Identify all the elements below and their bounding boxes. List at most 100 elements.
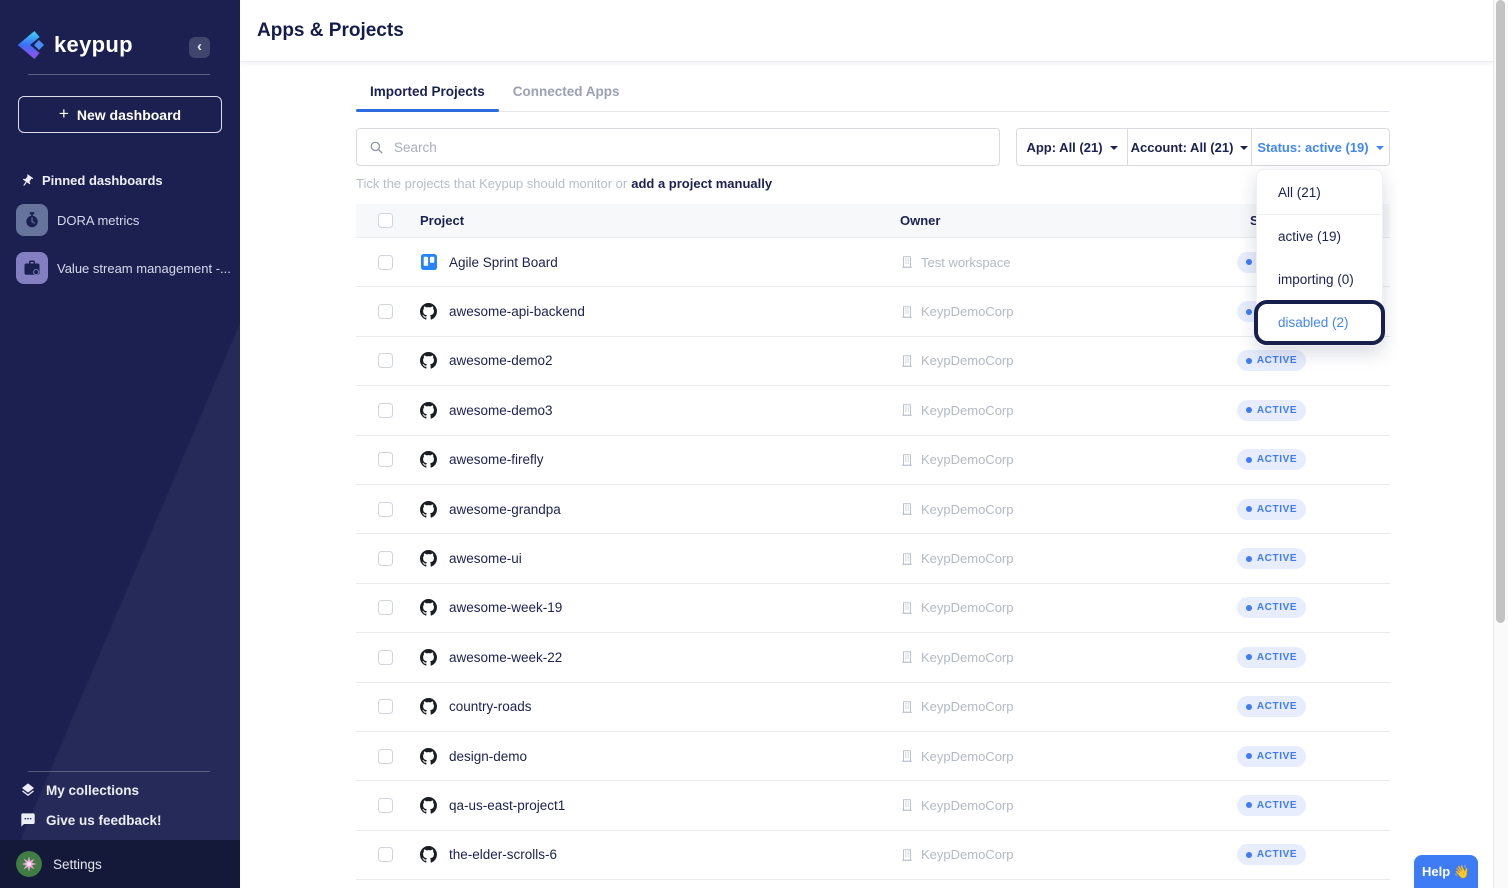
building-icon bbox=[900, 305, 914, 319]
new-dashboard-button[interactable]: + New dashboard bbox=[18, 96, 222, 133]
filter-app[interactable]: App: All (21) bbox=[1017, 129, 1127, 165]
row-checkbox[interactable] bbox=[378, 847, 393, 862]
building-icon bbox=[900, 650, 914, 664]
chat-bubble-icon bbox=[20, 812, 36, 828]
sidebar-item-settings[interactable]: Settings bbox=[0, 840, 240, 888]
project-name[interactable]: qa-us-east-project1 bbox=[449, 798, 565, 813]
github-icon bbox=[420, 451, 437, 468]
owner-name: KeypDemoCorp bbox=[921, 452, 1014, 467]
briefcase-icon bbox=[16, 252, 48, 284]
building-icon bbox=[900, 552, 914, 566]
project-name[interactable]: country-roads bbox=[449, 699, 532, 714]
filter-status[interactable]: Status: active (19) bbox=[1251, 129, 1389, 165]
status-label: ACTIVE bbox=[1257, 454, 1297, 465]
status-dot-icon bbox=[1246, 654, 1252, 660]
github-icon bbox=[420, 303, 437, 320]
project-name[interactable]: Agile Sprint Board bbox=[449, 255, 558, 270]
table-row[interactable]: awesome-ui KeypDemoCorp ACTIVE bbox=[356, 534, 1390, 583]
search-box[interactable] bbox=[356, 128, 1000, 166]
row-checkbox[interactable] bbox=[378, 304, 393, 319]
project-name[interactable]: design-demo bbox=[449, 749, 527, 764]
new-dashboard-label: New dashboard bbox=[77, 107, 181, 123]
table-row[interactable]: qa-us-east-project1 KeypDemoCorp ACTIVE bbox=[356, 781, 1390, 830]
scrollbar-track[interactable] bbox=[1493, 0, 1508, 888]
dropdown-item[interactable]: importing (0) bbox=[1257, 258, 1382, 301]
dropdown-item[interactable]: active (19) bbox=[1257, 215, 1382, 258]
feedback-label: Give us feedback! bbox=[46, 813, 162, 828]
status-label: ACTIVE bbox=[1257, 652, 1297, 663]
table-row[interactable]: awesome-grandpa KeypDemoCorp ACTIVE bbox=[356, 485, 1390, 534]
dropdown-item[interactable]: disabled (2) bbox=[1257, 301, 1382, 344]
search-icon bbox=[369, 140, 384, 155]
row-checkbox[interactable] bbox=[378, 749, 393, 764]
project-name[interactable]: awesome-api-backend bbox=[449, 304, 585, 319]
row-checkbox[interactable] bbox=[378, 699, 393, 714]
row-checkbox[interactable] bbox=[378, 502, 393, 517]
row-checkbox[interactable] bbox=[378, 353, 393, 368]
dropdown-item[interactable]: All (21) bbox=[1257, 171, 1382, 214]
github-icon bbox=[420, 550, 437, 567]
help-button[interactable]: Help 👋 bbox=[1414, 855, 1478, 888]
dropdown-item-label: active (19) bbox=[1278, 229, 1341, 244]
project-name[interactable]: the-elder-scrolls-6 bbox=[449, 847, 557, 862]
table-row[interactable]: awesome-week-19 KeypDemoCorp ACTIVE bbox=[356, 584, 1390, 633]
row-checkbox[interactable] bbox=[378, 798, 393, 813]
building-icon bbox=[900, 354, 914, 368]
status-dot-icon bbox=[1246, 852, 1252, 858]
toolbar: App: All (21) Account: All (21) Status: … bbox=[356, 128, 1390, 166]
table-row[interactable]: awesome-demo3 KeypDemoCorp ACTIVE bbox=[356, 386, 1390, 435]
row-checkbox[interactable] bbox=[378, 452, 393, 467]
select-all-checkbox[interactable] bbox=[378, 213, 393, 228]
project-name[interactable]: awesome-week-19 bbox=[449, 600, 562, 615]
sidebar-item-label: Value stream management -... bbox=[57, 261, 231, 276]
sidebar-item-feedback[interactable]: Give us feedback! bbox=[20, 808, 232, 832]
table-row[interactable]: country-roads KeypDemoCorp ACTIVE bbox=[356, 683, 1390, 732]
table-row[interactable]: Agile Sprint Board Test workspace ACTIVE bbox=[356, 238, 1390, 287]
top-header: Apps & Projects bbox=[240, 0, 1493, 62]
sidebar-item-my-collections[interactable]: My collections bbox=[20, 778, 232, 802]
project-name[interactable]: awesome-ui bbox=[449, 551, 522, 566]
layers-icon bbox=[20, 782, 36, 798]
project-name[interactable]: awesome-firefly bbox=[449, 452, 544, 467]
table-row[interactable]: the-elder-scrolls-6 KeypDemoCorp ACTIVE bbox=[356, 831, 1390, 880]
owner-name: KeypDemoCorp bbox=[921, 304, 1014, 319]
table-row[interactable]: awesome-demo2 KeypDemoCorp ACTIVE bbox=[356, 337, 1390, 386]
row-checkbox[interactable] bbox=[378, 600, 393, 615]
table-row[interactable]: design-demo KeypDemoCorp ACTIVE bbox=[356, 732, 1390, 781]
filter-account[interactable]: Account: All (21) bbox=[1127, 129, 1251, 165]
row-checkbox[interactable] bbox=[378, 650, 393, 665]
tab-imported-projects[interactable]: Imported Projects bbox=[356, 84, 499, 111]
column-header-project: Project bbox=[420, 213, 900, 228]
sidebar-item-dora-metrics[interactable]: DORA metrics bbox=[16, 204, 232, 236]
row-checkbox[interactable] bbox=[378, 403, 393, 418]
filter-account-label: Account: All (21) bbox=[1131, 140, 1234, 155]
page: keypup ‹ + New dashboard Pinned dashboar… bbox=[0, 0, 1508, 888]
page-title: Apps & Projects bbox=[257, 20, 404, 42]
table-row[interactable]: awesome-week-22 KeypDemoCorp ACTIVE bbox=[356, 633, 1390, 682]
scrollbar-thumb[interactable] bbox=[1496, 0, 1505, 623]
table-body: Agile Sprint Board Test workspace ACTIVE… bbox=[356, 238, 1390, 880]
status-label: ACTIVE bbox=[1257, 751, 1297, 762]
tab-connected-apps[interactable]: Connected Apps bbox=[499, 84, 634, 111]
sidebar-collapse-button[interactable]: ‹ bbox=[189, 37, 210, 58]
project-name[interactable]: awesome-demo2 bbox=[449, 353, 553, 368]
status-label: ACTIVE bbox=[1257, 800, 1297, 811]
logo[interactable]: keypup ‹ bbox=[16, 30, 224, 60]
add-project-manually-link[interactable]: add a project manually bbox=[631, 176, 772, 191]
table-header-row: Project Owner Status bbox=[356, 204, 1390, 238]
helper-prefix: Tick the projects that Keypup should mon… bbox=[356, 176, 627, 191]
sidebar-item-value-stream[interactable]: Value stream management -... bbox=[16, 252, 232, 284]
github-icon bbox=[420, 698, 437, 715]
status-label: ACTIVE bbox=[1257, 701, 1297, 712]
github-icon bbox=[420, 797, 437, 814]
project-name[interactable]: awesome-demo3 bbox=[449, 403, 553, 418]
building-icon bbox=[900, 700, 914, 714]
table-row[interactable]: awesome-firefly KeypDemoCorp ACTIVE bbox=[356, 436, 1390, 485]
project-name[interactable]: awesome-grandpa bbox=[449, 502, 561, 517]
search-input[interactable] bbox=[394, 140, 987, 155]
table-row[interactable]: awesome-api-backend KeypDemoCorp ACTIVE bbox=[356, 287, 1390, 336]
status-dot-icon bbox=[1246, 457, 1252, 463]
row-checkbox[interactable] bbox=[378, 255, 393, 270]
project-name[interactable]: awesome-week-22 bbox=[449, 650, 562, 665]
row-checkbox[interactable] bbox=[378, 551, 393, 566]
